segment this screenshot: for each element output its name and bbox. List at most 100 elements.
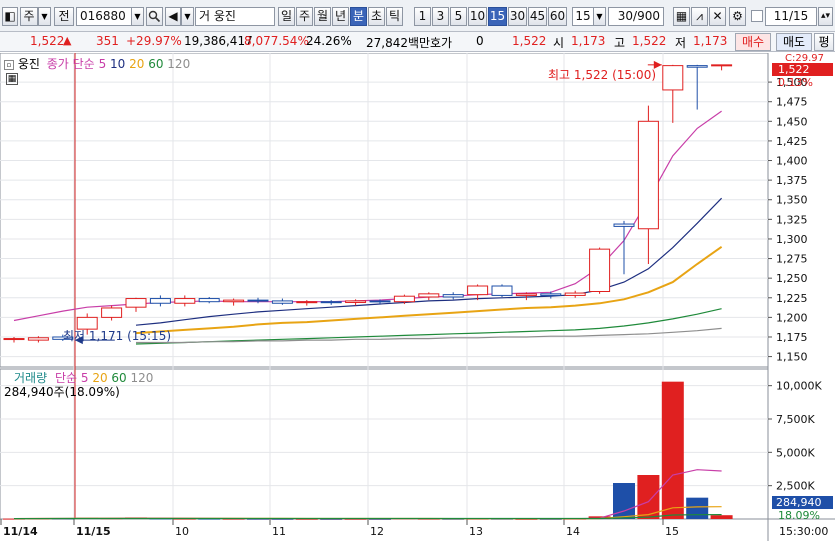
legend-ma-20: 20 — [125, 57, 145, 71]
legend-ma-title: 종가 단순 — [46, 57, 95, 71]
volume-bar — [686, 497, 709, 519]
volume-tick-label: 5,000K — [776, 446, 815, 459]
high-label: 고 — [614, 36, 626, 50]
interval-select[interactable]: 15 — [572, 7, 594, 26]
gear-icon[interactable]: ⚙ — [729, 7, 746, 26]
interval-button-30[interactable]: 30 — [508, 7, 527, 26]
current-price: 1,522 — [30, 34, 65, 48]
count-input[interactable]: 30/900 — [608, 7, 664, 26]
date-input[interactable]: 11/15 — [765, 7, 817, 26]
candle-body — [149, 298, 171, 304]
interval-button-45[interactable]: 45 — [528, 7, 547, 26]
candle-body — [3, 338, 25, 341]
period-button-0[interactable]: 일 — [278, 7, 295, 26]
price-tick-label: 1,375 — [776, 174, 808, 187]
candle-body — [662, 65, 684, 91]
legend-ma-120: 120 — [163, 57, 191, 71]
low-label: 저 — [675, 36, 687, 50]
time-label-3: 11 — [272, 525, 286, 538]
code-dropdown-icon[interactable]: ▼ — [131, 7, 144, 26]
market-dropdown-icon[interactable]: ▼ — [38, 7, 51, 26]
legend-ma-60: 60 — [144, 57, 164, 71]
market-button[interactable]: 주 — [20, 7, 38, 26]
candle-body — [564, 292, 586, 296]
chart-tool-icon[interactable]: ▦ — [673, 7, 690, 26]
interval-button-1[interactable]: 1 — [414, 7, 431, 26]
interval-button-60[interactable]: 60 — [548, 7, 567, 26]
interval-button-10[interactable]: 10 — [468, 7, 487, 26]
candle-body — [491, 285, 513, 296]
candle-body — [540, 293, 562, 296]
ask-price: 1,522 — [512, 34, 547, 48]
candle-body — [247, 299, 269, 302]
time-label-4: 12 — [370, 525, 384, 538]
candle-body — [686, 65, 708, 68]
period-button-2[interactable]: 월 — [314, 7, 331, 26]
hoga-value: 0 — [476, 34, 484, 48]
date-spin-icon[interactable]: ▴▾ — [818, 7, 833, 26]
time-label-2: 10 — [175, 525, 189, 538]
panel-menu-icon[interactable]: ▫ — [4, 59, 14, 70]
interval-button-3[interactable]: 3 — [432, 7, 449, 26]
trade-amount: 27,842백만 — [366, 36, 431, 50]
group-label: 거 — [199, 9, 211, 23]
stock-name-field[interactable]: 거 웅진 — [195, 7, 275, 26]
legend-ma-10: 10 — [106, 57, 126, 71]
price-tick-label: 1,225 — [776, 292, 808, 305]
price-tick-label: 1,350 — [776, 194, 808, 207]
grid-table-icon[interactable]: ▦ — [6, 73, 18, 85]
toolbar: ◧ 주 ▼ 전 016880 ▼ ◀ ▼ 거 웅진 일주월년분초틱 1 3 5 10 1… — [0, 0, 835, 32]
volume-tag: 284,940 — [772, 496, 833, 509]
period-button-5[interactable]: 초 — [368, 7, 385, 26]
low-value: 1,173 — [693, 34, 728, 48]
speaker-icon[interactable]: ◀ — [165, 7, 181, 26]
time-label-7: 15 — [665, 525, 679, 538]
candle-body — [320, 301, 342, 304]
eval-button[interactable]: 평 — [814, 33, 834, 51]
legend-stock-name: 웅진 — [17, 57, 40, 71]
candle-body — [198, 298, 220, 303]
candle-body — [223, 299, 245, 303]
high-annotation: 최고 1,522 (15:00) — [548, 68, 657, 82]
candle-body — [369, 300, 391, 303]
candle-body — [467, 285, 489, 296]
interval-button-15[interactable]: 15 — [488, 7, 507, 26]
period-button-4[interactable]: 분 — [350, 7, 367, 26]
price-tick-label: 1,450 — [776, 115, 808, 128]
buy-button[interactable]: 매수 — [735, 33, 771, 51]
date-checkbox[interactable] — [751, 10, 763, 22]
interval-button-5[interactable]: 5 — [450, 7, 467, 26]
panel-toggle-icon[interactable]: ◧ — [2, 7, 18, 26]
candle-body — [125, 298, 147, 308]
candle-body — [442, 294, 464, 298]
candle-body — [515, 293, 537, 296]
compare-icon[interactable]: ⩘ — [691, 7, 708, 26]
search-icon[interactable] — [146, 7, 163, 26]
candle-body — [589, 248, 611, 292]
up-arrow-icon: ▲ — [63, 34, 72, 47]
turnover-rate: 24.26% — [306, 34, 352, 48]
candle-body — [174, 298, 196, 304]
time-label-1: 11/15 — [76, 525, 111, 538]
volume-pct-tag: 18.09% — [778, 509, 820, 522]
time-label-0: 11/14 — [3, 525, 38, 538]
candlestick-chart: 1,150 1,175 1,200 1,225 1,250 1,275 1,300 1,325… — [0, 52, 835, 541]
sell-button[interactable]: 매도 — [776, 33, 812, 51]
draw-tool-icon[interactable]: ✕ — [709, 7, 726, 26]
candle-body — [271, 300, 293, 304]
period-button-3[interactable]: 년 — [332, 7, 349, 26]
price-tick-label: 1,325 — [776, 213, 808, 226]
chart-area[interactable]: 1,150 1,175 1,200 1,225 1,250 1,275 1,300 1,325… — [0, 52, 835, 541]
speaker-dropdown-icon[interactable]: ▼ — [181, 7, 194, 26]
ma-line-10 — [135, 197, 723, 326]
open-value: 1,173 — [571, 34, 606, 48]
time-label-6: 14 — [566, 525, 580, 538]
volume-value: 19,386,417 — [184, 34, 253, 48]
period-button-6[interactable]: 틱 — [386, 7, 403, 26]
interval-dropdown-icon[interactable]: ▼ — [593, 7, 606, 26]
open-label: 시 — [553, 36, 565, 50]
low-annotation: 최저 1,171 (15:15) — [63, 329, 172, 343]
period-button-1[interactable]: 주 — [296, 7, 313, 26]
full-button[interactable]: 전 — [54, 7, 74, 26]
volume-tick-label: 7,500K — [776, 413, 815, 426]
